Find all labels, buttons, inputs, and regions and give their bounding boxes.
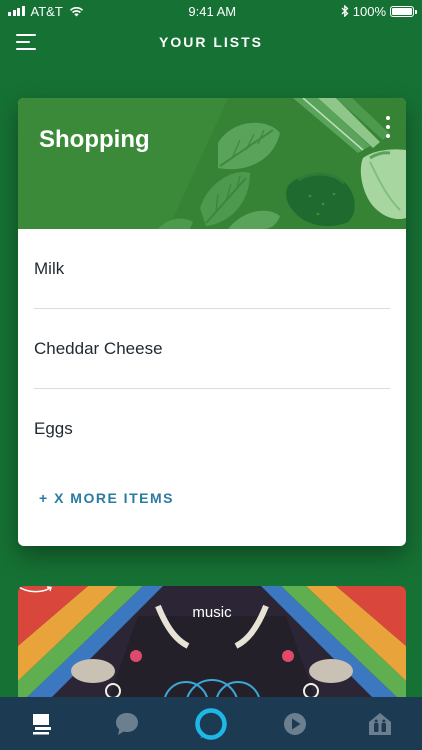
bluetooth-icon bbox=[341, 5, 349, 17]
card-banner: Shopping bbox=[18, 98, 406, 229]
alexa-icon bbox=[195, 707, 227, 740]
card-options-button[interactable] bbox=[384, 116, 392, 138]
status-left: AT&T bbox=[8, 4, 84, 19]
nav-play[interactable] bbox=[270, 699, 320, 749]
music-card[interactable]: music bbox=[18, 586, 406, 706]
carrier-label: AT&T bbox=[30, 3, 63, 19]
communicate-icon bbox=[115, 712, 138, 735]
battery-icon bbox=[390, 5, 417, 17]
devices-icon bbox=[368, 712, 391, 735]
status-right: 100% bbox=[341, 3, 417, 19]
card-title: Shopping bbox=[39, 126, 150, 153]
more-icon-dot bbox=[386, 125, 390, 129]
list-item-label: Cheddar Cheese bbox=[34, 338, 163, 358]
home-icon bbox=[33, 713, 52, 734]
list-item[interactable]: Milk bbox=[34, 229, 390, 309]
play-icon bbox=[284, 712, 307, 735]
nav-home[interactable] bbox=[17, 699, 67, 749]
vegetables-illustration bbox=[158, 98, 406, 229]
amazon-smile-icon bbox=[18, 586, 52, 593]
bottom-nav bbox=[0, 697, 422, 750]
page-title: YOUR LISTS bbox=[158, 34, 263, 50]
shopping-list: Milk Cheddar Cheese Eggs bbox=[34, 229, 390, 469]
amazon-music-logo: music bbox=[192, 604, 232, 621]
status-time: 9:41 AM bbox=[188, 3, 237, 19]
signal-icon bbox=[8, 6, 25, 16]
status-bar: AT&T 9:41 AM 100% bbox=[0, 0, 422, 22]
nav-alexa[interactable] bbox=[186, 699, 236, 749]
wifi-icon bbox=[69, 6, 83, 16]
list-item[interactable]: Cheddar Cheese bbox=[34, 309, 390, 389]
more-icon-dot bbox=[386, 134, 390, 138]
list-item-label: Milk bbox=[34, 258, 65, 278]
list-item[interactable]: Eggs bbox=[34, 389, 390, 469]
nav-devices[interactable] bbox=[355, 699, 405, 749]
list-item-label: Eggs bbox=[34, 419, 73, 438]
more-icon bbox=[386, 116, 390, 120]
battery-percent: 100% bbox=[352, 3, 386, 19]
header: YOUR LISTS bbox=[0, 22, 422, 62]
shopping-list-card[interactable]: Shopping Milk Cheddar Cheese Eggs + X MO… bbox=[18, 98, 406, 546]
more-items-link[interactable]: + X MORE ITEMS bbox=[39, 490, 174, 506]
nav-communicate[interactable] bbox=[102, 699, 152, 749]
